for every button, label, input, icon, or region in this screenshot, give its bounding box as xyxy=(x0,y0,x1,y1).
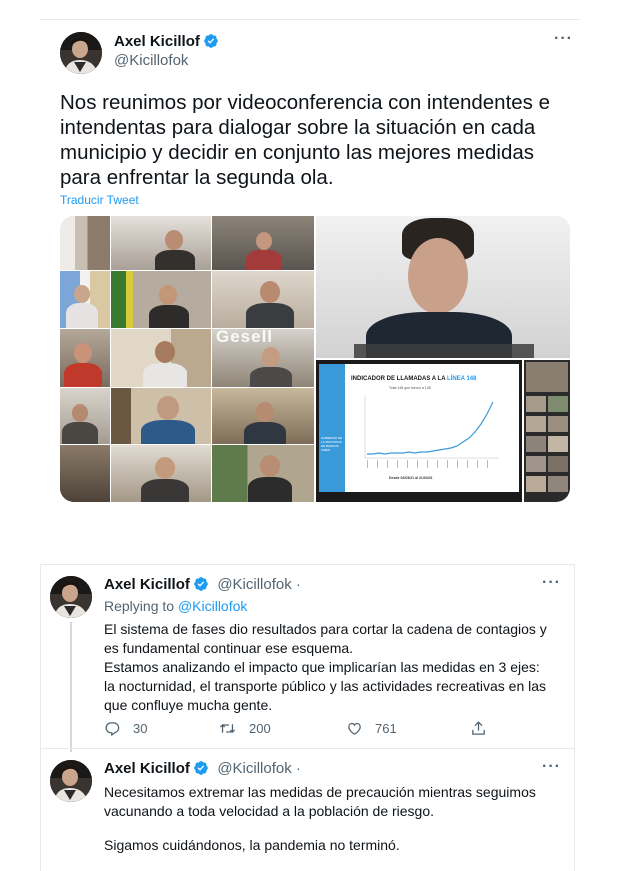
avatar-image xyxy=(50,576,92,618)
thread-divider xyxy=(40,748,574,749)
more-dots-icon[interactable]: ··· xyxy=(542,574,561,592)
verified-badge-icon xyxy=(193,576,209,597)
avatar[interactable] xyxy=(60,32,102,74)
video-tile xyxy=(60,445,110,502)
avatar[interactable] xyxy=(50,760,92,802)
share-icon xyxy=(472,721,485,735)
video-tile xyxy=(60,388,110,444)
reply-paragraph-1: El sistema de fases dio resultados para … xyxy=(104,621,547,656)
speaker-video xyxy=(316,216,570,358)
video-tile xyxy=(111,388,211,444)
video-tile-label: Gesell xyxy=(216,329,274,346)
retweet-button[interactable]: 200 xyxy=(218,720,271,737)
more-dots-icon[interactable]: ··· xyxy=(554,30,573,48)
chart-slide-subtitle: Total 148 que fueron a 148 xyxy=(389,386,431,390)
tweet-text: Nos reunimos por videoconferencia con in… xyxy=(60,91,551,189)
thread-connector-line xyxy=(70,622,72,752)
author-name[interactable]: Axel Kicillof xyxy=(104,760,190,777)
reply-count: 30 xyxy=(133,721,148,736)
video-tile xyxy=(212,271,314,328)
chart-slide: GOBIERNO DE LA PROVINCIA DE BUENOS AIRES… xyxy=(316,360,522,502)
avatar-image xyxy=(60,32,102,74)
chart-slide-plot xyxy=(364,396,499,468)
author-name[interactable]: Axel Kicillof xyxy=(114,33,200,50)
heart-icon xyxy=(348,722,361,735)
replying-to-handle[interactable]: @Kicillofok xyxy=(178,598,247,614)
retweet-icon xyxy=(219,724,236,733)
video-tile xyxy=(111,329,211,387)
more-dots-icon[interactable]: ··· xyxy=(542,758,561,776)
share-button[interactable] xyxy=(470,720,499,737)
top-divider xyxy=(40,19,580,20)
chart-slide-title-highlight: LÍNEA 148 xyxy=(447,376,477,382)
video-tile xyxy=(212,216,314,270)
slide-logo-panel: GOBIERNO DE LA PROVINCIA DE BUENOS AIRES xyxy=(319,364,345,492)
tweet-media-collage[interactable]: Gesell GOBIERNO DE LA PROVINCIA DE BUENO… xyxy=(60,216,570,502)
replying-to-prefix: Replying to xyxy=(104,598,175,614)
author-name[interactable]: Axel Kicillof xyxy=(104,576,190,593)
reply-paragraph-2: Sigamos cuidándonos, la pandemia no term… xyxy=(104,837,400,853)
video-tile xyxy=(60,329,110,387)
verified-badge-icon xyxy=(193,760,209,781)
author-handle[interactable]: @Kicillofok xyxy=(114,52,188,69)
reply-button[interactable]: 30 xyxy=(104,720,147,737)
chart-slide-title: INDICADOR DE LLAMADAS A LA xyxy=(351,376,446,382)
video-tile xyxy=(60,271,110,328)
video-tile: Gesell xyxy=(212,329,314,387)
video-tile xyxy=(111,271,211,328)
retweet-count: 200 xyxy=(249,721,271,736)
like-button[interactable]: 761 xyxy=(346,720,397,737)
reply-icon xyxy=(105,722,120,737)
chart-slide-footer: Desde 02/03/21 al 21/04/21 xyxy=(389,476,433,480)
video-tile xyxy=(212,388,314,444)
translate-tweet-link[interactable]: Traducir Tweet xyxy=(60,193,139,207)
video-tile xyxy=(111,445,211,502)
video-tile xyxy=(111,216,211,270)
video-tile xyxy=(60,216,110,270)
slide-logo-text: GOBIERNO DE LA PROVINCIA DE BUENOS AIRES xyxy=(321,436,343,452)
replying-to: Replying to @Kicillofok xyxy=(104,598,247,614)
like-count: 761 xyxy=(375,721,397,736)
author-handle[interactable]: @Kicillofok · xyxy=(217,576,301,593)
avatar[interactable] xyxy=(50,576,92,618)
participants-column xyxy=(524,360,570,502)
reply-paragraph-2: Estamos analizando el impacto que implic… xyxy=(104,659,547,713)
author-handle[interactable]: @Kicillofok · xyxy=(217,760,301,777)
video-tile xyxy=(212,445,314,502)
reply-paragraph-1: Necesitamos extremar las medidas de prec… xyxy=(104,784,536,819)
avatar-image xyxy=(50,760,92,802)
verified-badge-icon xyxy=(203,33,219,53)
